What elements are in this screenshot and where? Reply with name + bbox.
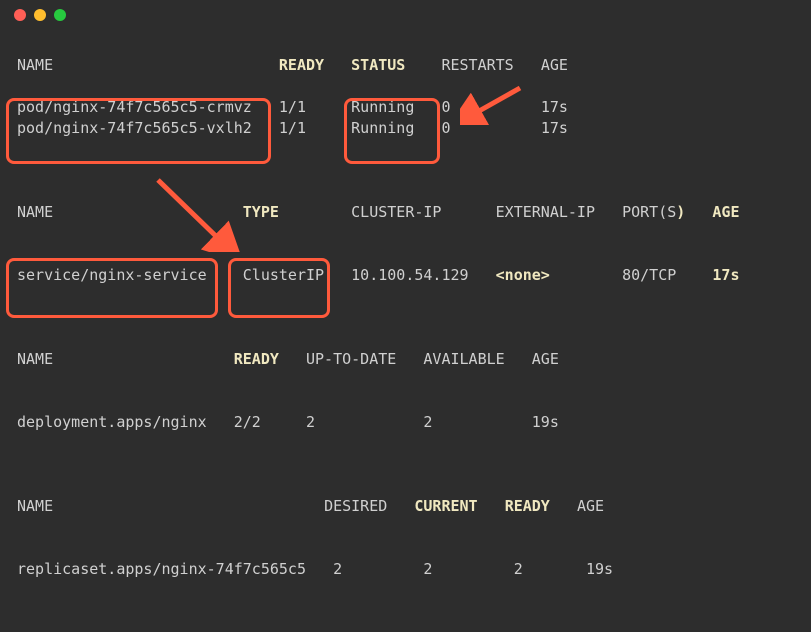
pod-status: Running: [351, 119, 414, 137]
deployment-age: 19s: [532, 413, 559, 431]
col-restarts: RESTARTS: [441, 56, 513, 74]
col-age: AGE: [712, 203, 739, 221]
replicasets-header-row: NAME DESIRED CURRENT READY AGE: [17, 496, 794, 517]
col-ready: READY: [505, 497, 550, 515]
replicaset-ready: 2: [514, 560, 523, 578]
pod-restarts: 0: [441, 98, 450, 116]
col-name: NAME: [17, 56, 53, 74]
pod-age: 17s: [541, 119, 568, 137]
col-age: AGE: [532, 350, 559, 368]
replicaset-desired: 2: [333, 560, 342, 578]
col-current: CURRENT: [414, 497, 477, 515]
col-age: AGE: [577, 497, 604, 515]
col-status: STATUS: [351, 56, 405, 74]
deployment-row: deployment.apps/nginx 2/2 2 2 19s: [17, 412, 794, 433]
col-available: AVAILABLE: [423, 350, 504, 368]
pod-name: pod/nginx-74f7c565c5-vxlh2: [17, 119, 252, 137]
deployments-header-row: NAME READY UP-TO-DATE AVAILABLE AGE: [17, 349, 794, 370]
service-name: service/nginx-service: [17, 266, 207, 284]
deployment-name: deployment.apps/nginx: [17, 413, 207, 431]
window-titlebar: [0, 0, 811, 30]
col-name: NAME: [17, 497, 53, 515]
col-externalip: EXTERNAL-IP: [496, 203, 595, 221]
deployment-ready: 2/2: [234, 413, 261, 431]
col-ports: PORT(S): [622, 203, 685, 221]
col-name: NAME: [17, 203, 53, 221]
minimize-icon[interactable]: [34, 9, 46, 21]
pod-restarts: 0: [441, 119, 450, 137]
col-name: NAME: [17, 350, 53, 368]
pod-status: Running: [351, 98, 414, 116]
pod-row: pod/nginx-74f7c565c5-vxlh2 1/1 Running 0…: [17, 118, 794, 139]
col-desired: DESIRED: [324, 497, 387, 515]
replicaset-row: replicaset.apps/nginx-74f7c565c5 2 2 2 1…: [17, 559, 794, 580]
service-clusterip: 10.100.54.129: [351, 266, 468, 284]
col-clusterip: CLUSTER-IP: [351, 203, 441, 221]
pod-ready: 1/1: [279, 98, 306, 116]
deployment-available: 2: [423, 413, 432, 431]
col-type: TYPE: [243, 203, 279, 221]
services-header-row: NAME TYPE CLUSTER-IP EXTERNAL-IP PORT(S)…: [17, 202, 794, 223]
replicaset-current: 2: [423, 560, 432, 578]
col-ready: READY: [234, 350, 279, 368]
service-type: ClusterIP: [243, 266, 324, 284]
service-ports: 80/TCP: [622, 266, 676, 284]
pod-row: pod/nginx-74f7c565c5-crmvz 1/1 Running 0…: [17, 97, 794, 118]
service-externalip: <none>: [496, 266, 550, 284]
maximize-icon[interactable]: [54, 9, 66, 21]
pods-header-row: NAME READY STATUS RESTARTS AGE: [17, 55, 794, 76]
service-age: 17s: [712, 266, 739, 284]
pod-ready: 1/1: [279, 119, 306, 137]
deployment-uptodate: 2: [306, 413, 315, 431]
pod-name: pod/nginx-74f7c565c5-crmvz: [17, 98, 252, 116]
terminal-output: NAME READY STATUS RESTARTS AGE pod/nginx…: [0, 30, 811, 580]
close-icon[interactable]: [14, 9, 26, 21]
replicaset-name: replicaset.apps/nginx-74f7c565c5: [17, 560, 306, 578]
pod-age: 17s: [541, 98, 568, 116]
col-age: AGE: [541, 56, 568, 74]
service-row: service/nginx-service ClusterIP 10.100.5…: [17, 265, 794, 286]
col-uptodate: UP-TO-DATE: [306, 350, 396, 368]
col-ready: READY: [279, 56, 324, 74]
replicaset-age: 19s: [586, 560, 613, 578]
